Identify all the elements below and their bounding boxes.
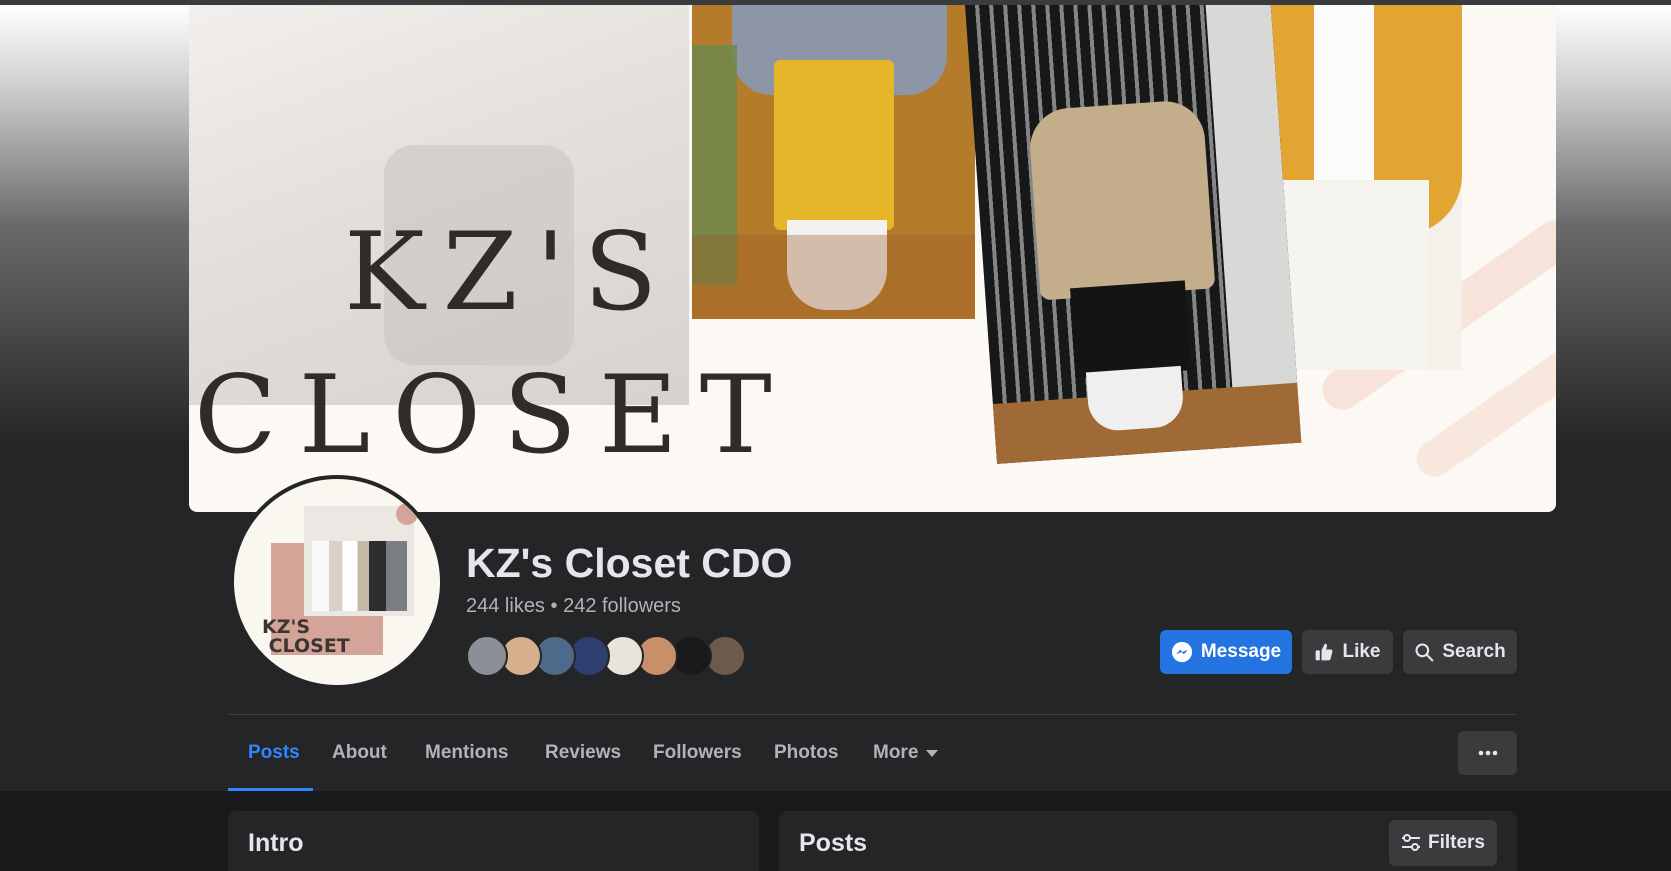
tab-more[interactable]: More — [873, 715, 939, 791]
cover-outfit-photo-yellow-skirt — [692, 5, 975, 319]
like-button[interactable]: Like — [1302, 630, 1393, 674]
tab-followers[interactable]: Followers — [653, 715, 742, 791]
page-logo: KZ'S CLOSET — [234, 479, 440, 685]
filters-button-label: Filters — [1427, 832, 1486, 853]
logo-text: KZ'S CLOSET — [262, 616, 350, 657]
posts-card: Posts Filters — [779, 811, 1517, 871]
posts-title: Posts — [799, 829, 868, 857]
intro-card: Intro — [228, 811, 759, 871]
tab-label: Mentions — [425, 742, 509, 763]
active-tab-indicator — [228, 788, 313, 791]
page-title: KZ's Closet CDO — [466, 540, 793, 586]
message-button[interactable]: Message — [1160, 630, 1292, 674]
tab-label: About — [332, 742, 387, 763]
tab-label: Posts — [248, 742, 300, 763]
search-icon — [1415, 643, 1434, 662]
more-options-button[interactable] — [1458, 731, 1517, 775]
page-stats: 244 likes • 242 followers — [466, 595, 681, 618]
search-button-label: Search — [1442, 641, 1506, 662]
tab-label: More — [873, 742, 919, 763]
filters-icon — [1401, 834, 1420, 851]
tab-posts[interactable]: Posts — [248, 715, 300, 791]
cover-photo[interactable]: KZ'S CLOSET — [189, 5, 1556, 512]
cover-outfit-photo-beige-jacket — [965, 5, 1302, 464]
like-button-label: Like — [1342, 641, 1381, 662]
filters-button[interactable]: Filters — [1389, 820, 1497, 866]
intro-title: Intro — [248, 829, 304, 857]
tab-mentions[interactable]: Mentions — [425, 715, 508, 791]
messenger-icon — [1171, 641, 1192, 663]
cover-title-line2: CLOSET — [194, 353, 794, 478]
thumbs-up-icon — [1316, 643, 1333, 661]
caret-down-icon — [926, 749, 939, 757]
stats-separator: • — [550, 595, 558, 617]
tab-label: Photos — [774, 742, 839, 763]
message-button-label: Message — [1200, 641, 1282, 662]
search-button[interactable]: Search — [1403, 630, 1517, 674]
tab-label: Followers — [653, 742, 742, 763]
ellipsis-icon — [1478, 750, 1497, 756]
tab-label: Reviews — [545, 742, 622, 763]
cover-title-line1: KZ'S — [344, 210, 676, 335]
tab-photos[interactable]: Photos — [774, 715, 838, 791]
tab-about[interactable]: About — [332, 715, 387, 791]
page-avatar[interactable]: KZ'S CLOSET — [230, 475, 444, 689]
likes-count[interactable]: 244 likes — [466, 595, 545, 617]
followers-count[interactable]: 242 followers — [563, 595, 681, 617]
follower-avatar[interactable] — [466, 635, 508, 677]
tab-reviews[interactable]: Reviews — [545, 715, 621, 791]
